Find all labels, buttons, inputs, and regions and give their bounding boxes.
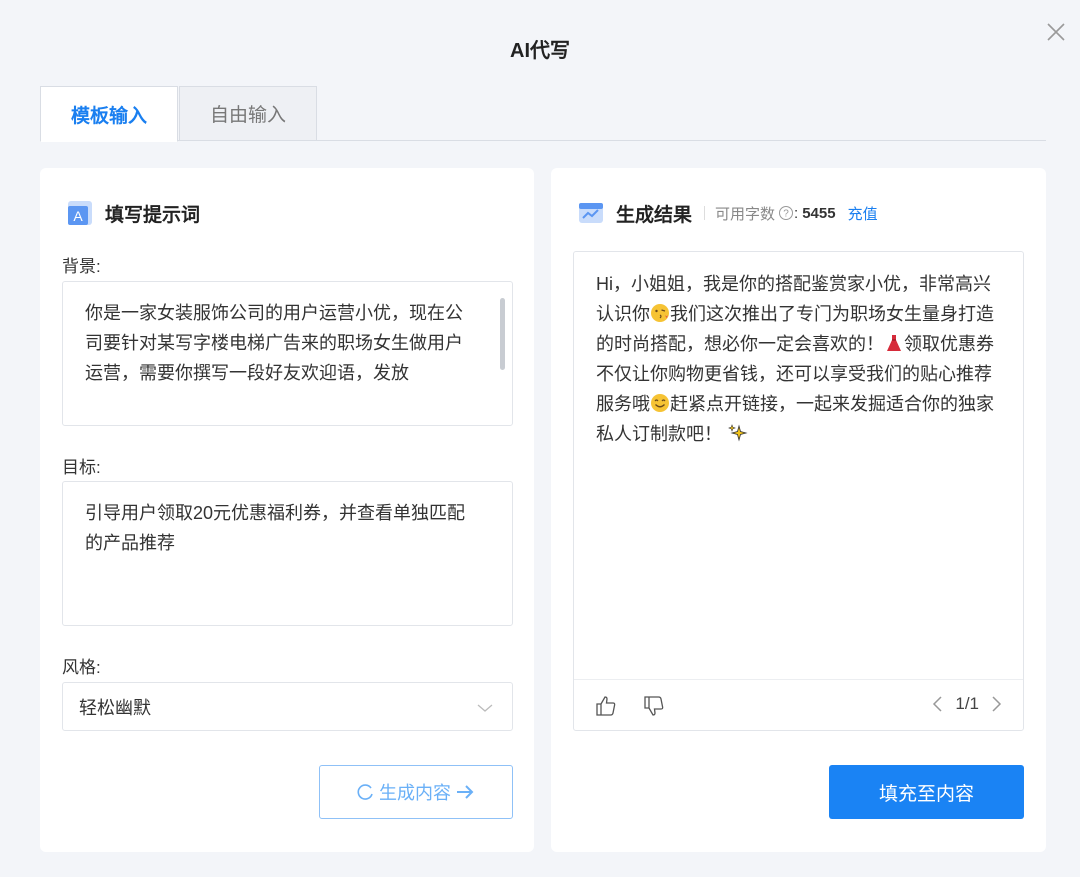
- result-panel-header: 生成结果 可用字数 ? : 5455 充值: [576, 198, 878, 228]
- thumbs-down-icon[interactable]: [642, 694, 666, 718]
- kiss-emoji-icon: [651, 304, 669, 322]
- chart-window-icon: [579, 203, 603, 223]
- word-count-meta: 可用字数 ? : 5455 充值: [704, 203, 878, 224]
- chevron-down-icon: [477, 704, 493, 712]
- available-count: 5455: [802, 204, 836, 222]
- help-icon[interactable]: ?: [778, 205, 794, 221]
- page-indicator: 1/1: [955, 694, 979, 713]
- goal-text: 引导用户领取20元优惠福利券，并查看单独匹配的产品推荐: [85, 503, 466, 553]
- dialog-title: AI代写: [510, 40, 570, 62]
- style-label: 风格:: [62, 658, 101, 677]
- result-panel: 生成结果 可用字数 ? : 5455 充值 Hi，小姐姐，我是你的搭配鉴赏家小优…: [551, 168, 1046, 852]
- result-panel-title: 生成结果: [616, 204, 693, 226]
- tab-free-input[interactable]: 自由输入: [179, 86, 317, 141]
- tab-bar: 模板输入 自由输入: [40, 86, 1046, 142]
- recharge-link[interactable]: 充值: [848, 203, 878, 224]
- result-box[interactable]: Hi，小姐姐，我是你的搭配鉴赏家小优，非常高兴认识你 我们这次推出了专门为职场女生…: [573, 251, 1024, 731]
- chevron-left-icon[interactable]: [931, 695, 945, 713]
- prompt-panel-title: 填写提示词: [105, 204, 201, 226]
- goal-label: 目标:: [62, 458, 101, 477]
- goal-textarea[interactable]: 引导用户领取20元优惠福利券，并查看单独匹配的产品推荐: [62, 481, 513, 626]
- divider: [704, 206, 706, 220]
- fill-content-button[interactable]: 填充至内容: [829, 765, 1024, 819]
- prompt-panel-header: A 填写提示词: [65, 198, 200, 228]
- background-text: 你是一家女装服饰公司的用户运营小优，现在公司要针对某写字楼电梯广告来的职场女生做…: [85, 303, 463, 383]
- background-textarea[interactable]: 你是一家女装服饰公司的用户运营小优，现在公司要针对某写字楼电梯广告来的职场女生做…: [62, 281, 513, 426]
- loading-icon: [357, 784, 373, 800]
- generate-button-label: 生成内容: [379, 783, 451, 803]
- style-select[interactable]: 轻松幽默: [62, 682, 513, 731]
- smile-emoji-icon: [651, 394, 669, 412]
- close-icon[interactable]: [1044, 20, 1068, 44]
- dress-emoji-icon: [887, 335, 901, 351]
- result-footer: 1/1: [574, 679, 1023, 731]
- style-selected-value: 轻松幽默: [79, 697, 151, 718]
- available-label: 可用字数: [715, 205, 776, 223]
- background-scrollbar[interactable]: [500, 298, 505, 370]
- arrow-right-icon: [457, 785, 474, 799]
- thumbs-up-icon[interactable]: [594, 694, 618, 718]
- background-label: 背景:: [62, 257, 101, 276]
- tab-template-input[interactable]: 模板输入: [40, 86, 178, 142]
- sparkles-emoji-icon: [728, 424, 748, 442]
- result-pager: 1/1: [931, 694, 1003, 714]
- prompt-panel: A 填写提示词 背景: 你是一家女装服饰公司的用户运营小优，现在公司要针对某写字…: [40, 168, 534, 852]
- result-text: Hi，小姐姐，我是你的搭配鉴赏家小优，非常高兴认识你 我们这次推出了专门为职场女生…: [596, 269, 1006, 449]
- chevron-right-icon[interactable]: [989, 695, 1003, 713]
- svg-text:?: ?: [783, 209, 789, 220]
- font-a-icon: A: [68, 201, 92, 225]
- generate-button[interactable]: 生成内容: [319, 765, 513, 819]
- svg-text:A: A: [73, 208, 83, 224]
